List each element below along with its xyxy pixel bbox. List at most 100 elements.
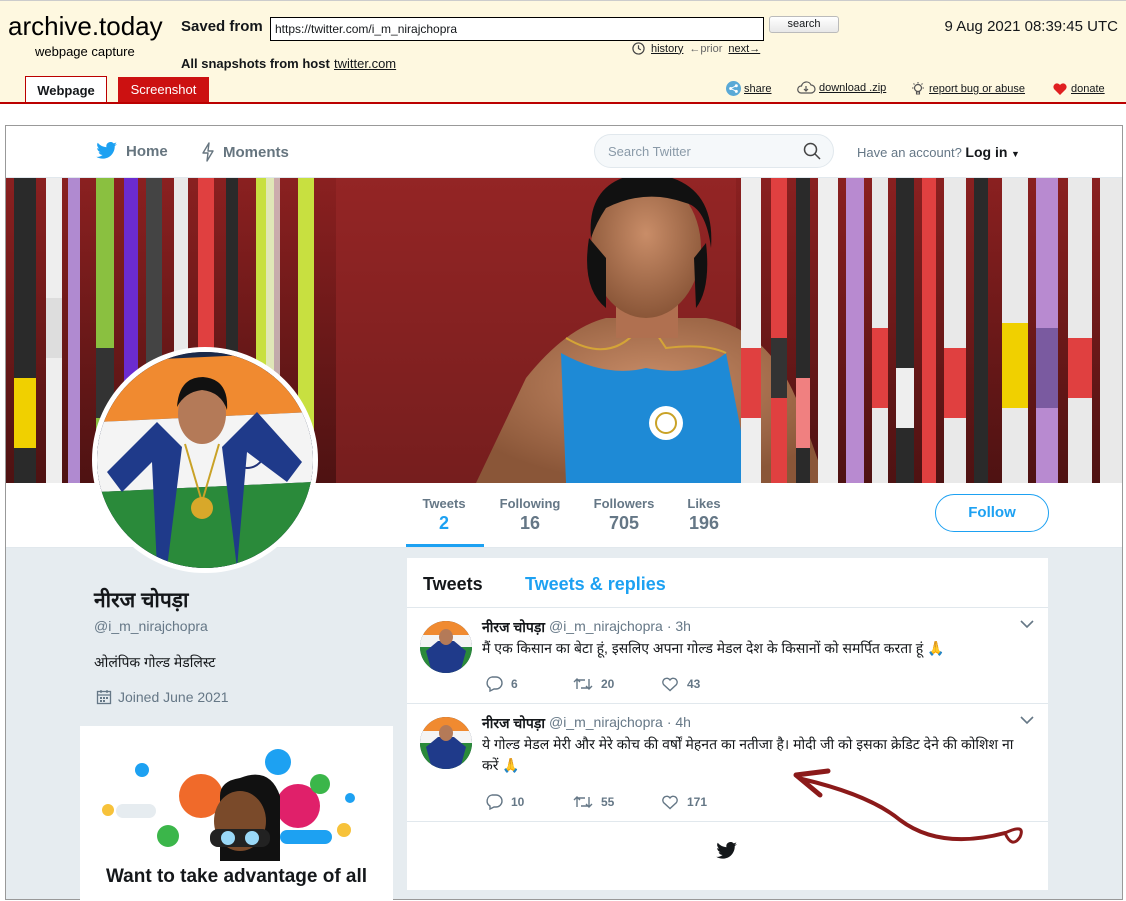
archive-divider (0, 102, 1126, 104)
donate-action[interactable]: donate (1052, 81, 1105, 96)
retweet-icon (573, 678, 593, 690)
like-action[interactable]: 43 (661, 676, 749, 692)
stat-likes[interactable]: Likes 196 (683, 496, 725, 534)
profile-name: नीरज चोपड़ा (94, 589, 189, 612)
reply-icon (486, 794, 503, 810)
stat-following[interactable]: Following 16 (497, 496, 563, 534)
chevron-down-icon[interactable] (1020, 716, 1034, 725)
chevron-down-icon[interactable] (1020, 620, 1034, 629)
twitter-search-input[interactable]: Search Twitter (594, 134, 834, 168)
tweet-author-handle[interactable]: @i_m_nirajchopra (549, 714, 663, 733)
nav-moments-label: Moments (223, 143, 289, 161)
stat-tweets-label: Tweets (422, 496, 466, 511)
calendar-icon (96, 690, 112, 705)
like-count: 43 (687, 677, 701, 691)
prior-link: ←prior (689, 42, 723, 55)
twitter-bird-icon (96, 142, 117, 159)
reply-count: 6 (511, 677, 518, 691)
reply-action[interactable]: 10 (485, 794, 573, 810)
cloud-download-icon (797, 81, 816, 94)
report-action[interactable]: report bug or abuse (910, 81, 1025, 97)
caret-down-icon[interactable]: ▼ (1011, 149, 1020, 159)
tweet-avatar[interactable] (420, 621, 472, 673)
stat-tweets-value: 2 (438, 513, 449, 533)
stat-likes-value: 196 (688, 513, 720, 533)
next-link[interactable]: next→ (728, 43, 760, 55)
heart-icon (1053, 83, 1067, 95)
stat-followers-value: 705 (608, 513, 640, 533)
tweet-author-name[interactable]: नीरज चोपड़ा (482, 618, 545, 637)
lightning-icon (202, 142, 214, 162)
tweet-text: मैं एक किसान का बेटा हूं, इसलिए अपना गोल… (482, 640, 945, 656)
tweet-time[interactable]: · 4h (667, 714, 691, 733)
stat-following-value: 16 (519, 513, 541, 533)
share-icon (726, 81, 741, 96)
stat-followers[interactable]: Followers 705 (591, 496, 657, 534)
retweet-action[interactable]: 20 (573, 676, 661, 692)
active-stat-indicator (406, 544, 484, 547)
login-prompt: Have an account? Log in ▼ (857, 144, 1020, 160)
share-action[interactable]: share (726, 81, 772, 96)
archive-header: archive.today webpage capture Saved from… (0, 0, 1126, 104)
snapshots-host-link[interactable]: twitter.com (334, 56, 396, 71)
timeline-tabs: Tweets Tweets & replies (407, 558, 1048, 608)
heart-outline-icon (662, 677, 678, 692)
nav-home[interactable]: Home (96, 142, 168, 160)
follow-button[interactable]: Follow (935, 494, 1049, 532)
tab-tweets-replies[interactable]: Tweets & replies (525, 574, 666, 595)
signup-promo-card: Want to take advantage of all (80, 726, 393, 901)
capture-timestamp: 9 Aug 2021 08:39:45 UTC (944, 18, 1118, 35)
login-prefix: Have an account? (857, 145, 962, 160)
lightbulb-icon (912, 82, 924, 95)
profile-avatar[interactable] (92, 347, 318, 573)
stat-tweets[interactable]: Tweets 2 (420, 496, 468, 534)
tweet-actions: 10 55 171 (485, 794, 749, 810)
share-label: share (744, 82, 772, 95)
retweet-count: 20 (601, 677, 615, 691)
reply-count: 10 (511, 795, 525, 809)
search-placeholder: Search Twitter (608, 144, 691, 159)
saved-from-label: Saved from (181, 18, 263, 35)
twitter-bird-icon (716, 842, 737, 859)
tweet-header: नीरज चोपड़ा @i_m_nirajchopra · 3h (482, 618, 691, 637)
nav-moments[interactable]: Moments (201, 142, 289, 162)
all-snapshots-label: All snapshots from host (181, 56, 330, 71)
tweet-author-handle[interactable]: @i_m_nirajchopra (549, 618, 663, 637)
url-input[interactable]: https://twitter.com/i_m_nirajchopra (270, 17, 764, 41)
search-button[interactable]: search (769, 16, 839, 33)
report-label: report bug or abuse (929, 83, 1026, 95)
retweet-count: 55 (601, 795, 615, 809)
tweet-time[interactable]: · 3h (667, 618, 691, 637)
annotation-arrow-icon (793, 768, 1023, 844)
history-nav: history ←prior next→ (632, 42, 760, 55)
like-action[interactable]: 171 (661, 794, 749, 810)
download-action[interactable]: download .zip (796, 81, 886, 95)
tweet-item[interactable]: नीरज चोपड़ा @i_m_nirajchopra · 3h मैं एक… (407, 608, 1048, 704)
stat-followers-label: Followers (593, 496, 655, 511)
tab-tweets[interactable]: Tweets (423, 574, 483, 595)
archive-logo[interactable]: archive.today (8, 11, 163, 42)
donate-label: donate (1071, 82, 1105, 95)
retweet-icon (573, 796, 593, 808)
tweet-author-name[interactable]: नीरज चोपड़ा (482, 714, 545, 733)
clock-icon (632, 42, 645, 55)
profile-bio: ओलंपिक गोल्ड मेडलिस्ट (94, 654, 216, 670)
reply-action[interactable]: 6 (485, 676, 573, 692)
login-link[interactable]: Log in (965, 144, 1007, 160)
promo-illustration (102, 749, 355, 861)
history-link[interactable]: history (651, 43, 683, 55)
profile-joined: Joined June 2021 (96, 689, 229, 705)
nav-home-label: Home (126, 142, 168, 160)
profile-handle: @i_m_nirajchopra (94, 618, 208, 634)
tweet-actions: 6 20 43 (485, 676, 749, 692)
download-label: download .zip (819, 82, 887, 94)
retweet-action[interactable]: 55 (573, 794, 661, 810)
heart-outline-icon (662, 795, 678, 810)
tab-webpage[interactable]: Webpage (25, 76, 107, 104)
tab-screenshot[interactable]: Screenshot (118, 77, 209, 103)
stat-following-label: Following (499, 496, 561, 511)
reply-icon (486, 676, 503, 692)
search-icon[interactable] (803, 142, 821, 160)
promo-title: Want to take advantage of all (105, 866, 368, 887)
tweet-avatar[interactable] (420, 717, 472, 769)
